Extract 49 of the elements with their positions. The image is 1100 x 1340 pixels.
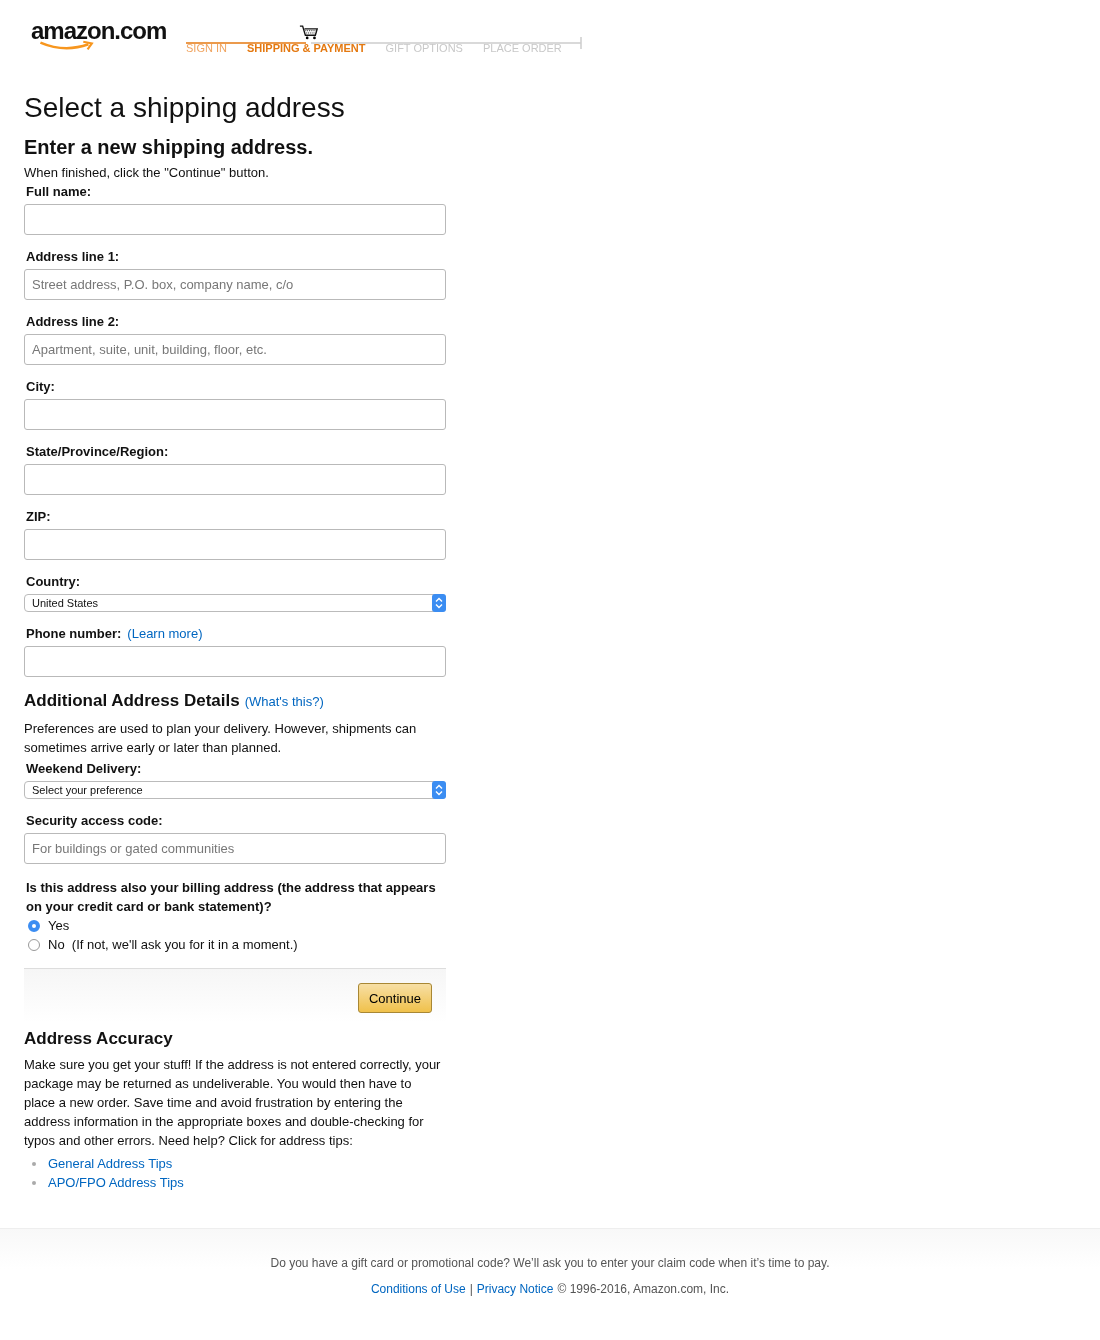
billing-question: Is this address also your billing address (the address that appears on your credit card or bank statement)? xyxy=(26,879,437,916)
logo-text: amazon.com xyxy=(31,18,168,44)
input-field[interactable] xyxy=(24,529,446,560)
dropdown-arrows-icon xyxy=(432,781,446,799)
input-field[interactable]: Apartment, suite, unit, building, floor, etc. xyxy=(24,334,446,365)
form-heading: Enter a new shipping address. xyxy=(24,136,314,159)
input-field[interactable] xyxy=(24,204,446,235)
learn-more-link[interactable]: (Learn more) xyxy=(127,626,203,641)
field-label: City: xyxy=(26,379,55,394)
instruction-text: When finished, click the "Continue" button. xyxy=(24,165,270,180)
input-field[interactable] xyxy=(24,464,446,495)
copyright-text: © 1996-2016, Amazon.com, Inc. xyxy=(557,1282,730,1296)
input-field[interactable] xyxy=(24,646,446,677)
field-label: Country: xyxy=(26,574,81,589)
section-heading: Additional Address Details xyxy=(24,691,240,711)
input-field[interactable]: Street address, P.O. box, company name, c/o xyxy=(24,269,446,300)
input-field[interactable]: For buildings or gated communities xyxy=(24,833,446,864)
radio-label: No (If not, we'll ask you for it in a moment.) xyxy=(48,937,298,952)
field-label: Security access code: xyxy=(26,813,163,828)
address-tips-link[interactable]: General Address Tips xyxy=(48,1154,173,1173)
checkout-step: SIGN IN xyxy=(186,42,227,54)
field-label: Weekend Delivery: xyxy=(26,761,142,776)
field-label: Full name: xyxy=(26,184,91,199)
description-text: Preferences are used to plan your delivery. However, shipments can sometimes arrive early or later than planned. xyxy=(24,720,418,757)
field-label: ZIP: xyxy=(26,509,51,524)
shopping-cart-icon xyxy=(299,25,319,40)
dropdown[interactable]: Select your preference xyxy=(24,781,446,799)
bullet-icon xyxy=(32,1161,36,1166)
field-label: State/Province/Region: xyxy=(26,444,169,459)
dropdown[interactable]: United States xyxy=(24,594,446,612)
section-heading: Address Accuracy xyxy=(24,1029,174,1049)
page-title: Select a shipping address xyxy=(24,92,346,124)
bullet-icon xyxy=(32,1180,36,1185)
radio-button[interactable] xyxy=(28,919,40,932)
field-label: Phone number: xyxy=(26,626,122,641)
dropdown-arrows-icon xyxy=(432,594,446,612)
radio-label: Yes xyxy=(48,918,70,933)
field-label: Address line 2: xyxy=(26,314,120,329)
field-label: Address line 1: xyxy=(26,249,120,264)
privacy-link[interactable]: Privacy Notice xyxy=(476,1282,554,1296)
continue-button[interactable]: Continue xyxy=(357,983,432,1013)
input-field[interactable] xyxy=(24,399,446,430)
separator: | xyxy=(469,1282,473,1296)
promo-code-note: Do you have a gift card or promotional code? We’ll ask you to enter your claim code when it’s time to pay. xyxy=(269,1256,831,1270)
whats-this-link[interactable]: (What's this?) xyxy=(244,694,324,709)
accuracy-text: Make sure you get your stuff! If the address is not entered correctly, your package may be returned as undeliverable. You would then have to place a new order. Save time and avoid frustration by entering the address information in the appropriate boxes and double-checking for typos and other errors. Need help? Click for address tips: xyxy=(24,1056,442,1150)
checkout-step: SHIPPING & PAYMENT xyxy=(246,42,366,54)
conditions-link[interactable]: Conditions of Use xyxy=(370,1282,466,1296)
address-tips-link[interactable]: APO/FPO Address Tips xyxy=(48,1173,184,1192)
